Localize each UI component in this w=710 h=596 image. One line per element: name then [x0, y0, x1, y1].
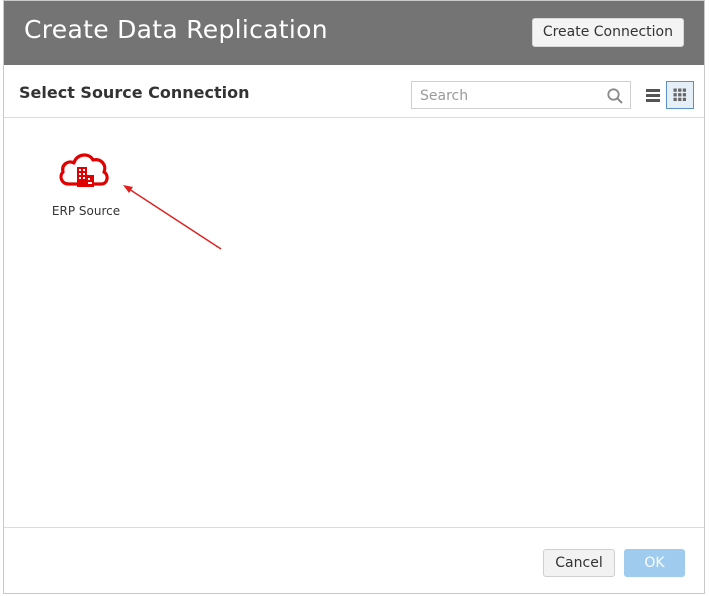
ok-button[interactable]: OK	[624, 549, 685, 577]
source-toolbar: Select Source Connection Search	[4, 66, 704, 118]
search-input[interactable]: Search	[411, 81, 631, 109]
section-title: Select Source Connection	[19, 83, 250, 102]
create-data-replication-dialog: Create Data Replication Create Connectio…	[3, 0, 705, 594]
grid-view-button[interactable]	[666, 81, 694, 109]
connection-label: ERP Source	[51, 204, 121, 218]
search-placeholder: Search	[420, 88, 469, 104]
grid-view-icon	[673, 88, 687, 102]
footer-divider	[4, 527, 704, 528]
list-view-icon[interactable]	[642, 83, 664, 107]
search-icon[interactable]	[606, 87, 624, 105]
cloud-building-icon	[59, 153, 109, 187]
dialog-header: Create Data Replication Create Connectio…	[4, 1, 704, 65]
cancel-button[interactable]: Cancel	[543, 549, 615, 577]
connection-tile-erp-source[interactable]: ERP Source	[44, 146, 124, 226]
dialog-title: Create Data Replication	[24, 15, 328, 44]
create-connection-button[interactable]: Create Connection	[531, 18, 684, 47]
